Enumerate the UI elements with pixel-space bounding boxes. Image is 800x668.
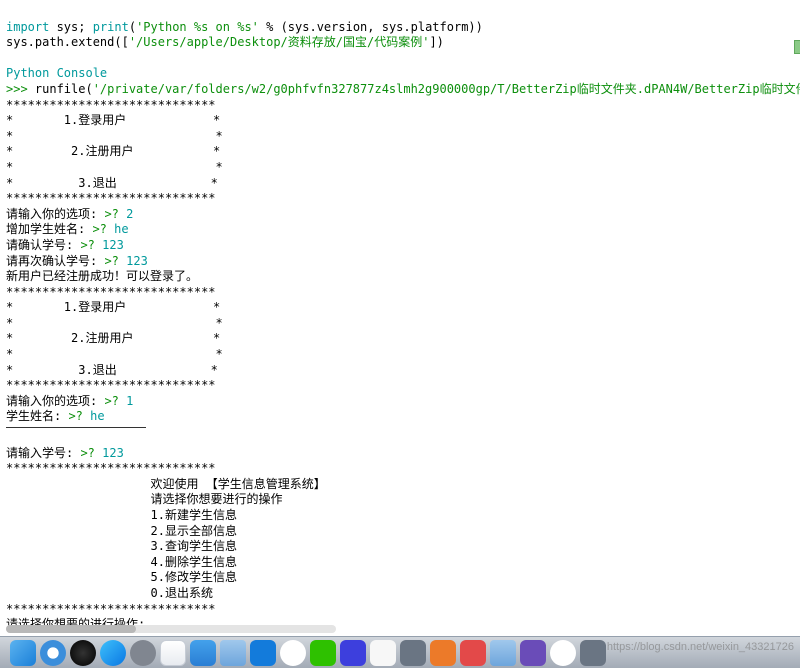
app-icon[interactable] [340,640,366,666]
folder-icon[interactable] [220,640,246,666]
sysmenu-0: 0.退出系统 [6,586,213,600]
safari-icon[interactable] [40,640,66,666]
divider-line [6,427,146,428]
sysmenu-5: 5.修改学生信息 [6,570,237,584]
settings-icon[interactable] [130,640,156,666]
finder-icon[interactable] [10,640,36,666]
menu-blank: * * [6,316,223,330]
input-name-2: 学生姓名: >? he [6,409,105,423]
app-icon[interactable] [370,640,396,666]
sysmenu-subtitle: 请选择你想要进行的操作 [6,492,283,506]
horizontal-scrollbar[interactable] [6,625,336,633]
sysmenu-3: 3.查询学生信息 [6,539,237,553]
watermark-text: https://blog.csdn.net/weixin_43321726 [607,640,794,654]
sysmenu-4: 4.删除学生信息 [6,555,237,569]
menu-sep-bot: ***************************** [6,191,216,205]
code-line-2: sys.path.extend(['/Users/apple/Desktop/资… [6,35,444,49]
register-success: 新用户已经注册成功！可以登录了。 [6,269,198,283]
sysmenu-title: 欢迎使用 【学生信息管理系统】 [6,477,326,491]
app-icon[interactable] [580,640,606,666]
sysmenu-sep-top: ***************************** [6,461,216,475]
siri-icon[interactable] [70,640,96,666]
menu-item-register: * 2.注册用户 * [6,331,220,345]
input-choice-2: 请输入你的选项: >? 1 [6,394,133,408]
menu-blank: * * [6,347,223,361]
mail-icon[interactable] [160,640,186,666]
appstore-icon[interactable] [100,640,126,666]
menu-item-login: * 1.登录用户 * [6,113,220,127]
python-console[interactable]: import sys; print('Python %s on %s' % (s… [0,0,800,668]
menu-item-login: * 1.登录用户 * [6,300,220,314]
sysmenu-2: 2.显示全部信息 [6,524,237,538]
input-choice: 请输入你的选项: >? 2 [6,207,133,221]
app-icon[interactable] [430,640,456,666]
menu-item-exit: * 3.退出 * [6,176,218,190]
input-add-name: 增加学生姓名: >? he [6,222,129,236]
wechat-icon[interactable] [310,640,336,666]
sysmenu-sep-bot: ***************************** [6,602,216,616]
side-tab[interactable] [794,40,800,54]
app-icon[interactable] [520,640,546,666]
runfile-line: >>> runfile('/private/var/folders/w2/g0p… [6,82,800,96]
editor-icon[interactable] [190,640,216,666]
scrollbar-thumb[interactable] [6,625,136,633]
menu-sep-bot2: ***************************** [6,378,216,392]
menu-item-register: * 2.注册用户 * [6,144,220,158]
sysmenu-1: 1.新建学生信息 [6,508,237,522]
menu-blank: * * [6,129,223,143]
tencent-icon[interactable] [250,640,276,666]
input-reconfirm-id: 请再次确认学号: >? 123 [6,254,148,268]
app-icon[interactable] [460,640,486,666]
code-line-1: import sys; print('Python %s on %s' % (s… [6,20,483,34]
menu-sep-top2: ***************************** [6,285,216,299]
menu-blank: * * [6,160,223,174]
input-confirm-id: 请确认学号: >? 123 [6,238,124,252]
menu-sep-top: ***************************** [6,98,216,112]
input-enter-id: 请输入学号: >? 123 [6,446,124,460]
netdisk-icon[interactable] [280,640,306,666]
app-icon[interactable] [400,640,426,666]
console-title: Python Console [6,66,107,80]
folder-icon[interactable] [490,640,516,666]
app-icon[interactable] [550,640,576,666]
menu-item-exit: * 3.退出 * [6,363,218,377]
